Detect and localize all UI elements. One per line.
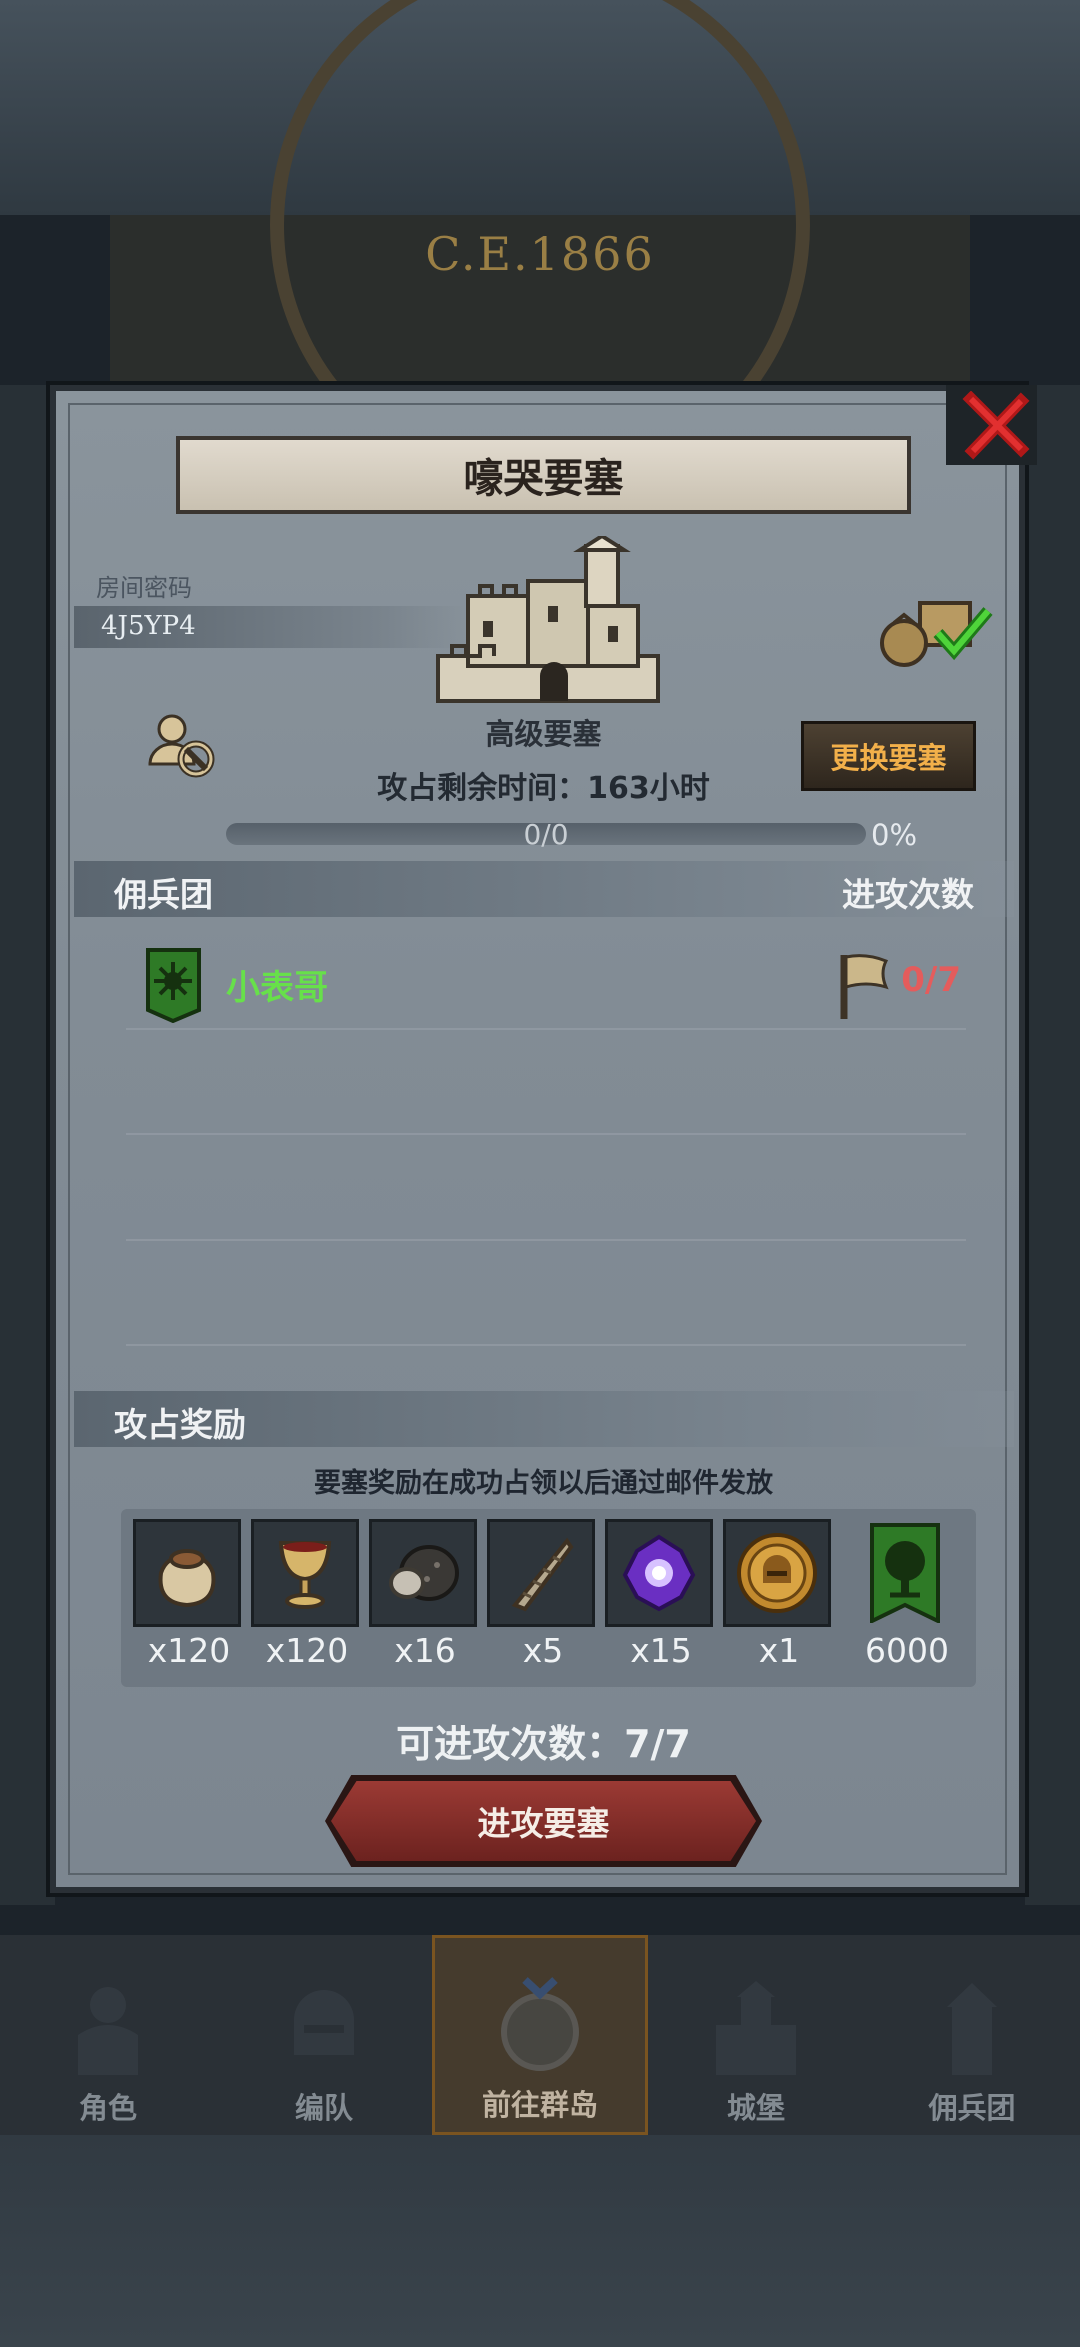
attack-fortress-button[interactable]: 进攻要塞 [331, 1781, 756, 1861]
mercenary-header: 佣兵团 [114, 875, 213, 914]
rewards-header: 攻占奖励 [114, 1405, 246, 1444]
knight-icon [78, 1987, 138, 2075]
attack-count: 0/7 [901, 960, 961, 1000]
guild-emblem-icon [146, 948, 201, 1023]
reward-item[interactable]: x16 [369, 1519, 481, 1670]
nav-label: 城堡 [726, 2091, 785, 2125]
pouch-icon [158, 1549, 216, 1608]
progress-text: 0/0 [523, 818, 569, 851]
row-divider [126, 1028, 966, 1030]
nav-label: 编队 [294, 2091, 353, 2125]
left-side-background [0, 385, 55, 1905]
row-divider [126, 1133, 966, 1135]
nav-castle[interactable]: 城堡 [648, 1935, 864, 2135]
reward-bag-check-icon[interactable] [876, 591, 996, 671]
reward-qty: x120 [147, 1631, 231, 1670]
reward-qty: x15 [630, 1631, 692, 1670]
chalice-icon [278, 1541, 332, 1609]
rewards-section-header: 攻占奖励 [74, 1391, 1014, 1447]
reward-item[interactable]: x120 [133, 1519, 245, 1670]
reward-qty: x1 [758, 1631, 800, 1670]
helmet-icon [294, 1990, 354, 2055]
close-icon [962, 391, 1030, 460]
purple-gem-icon [622, 1534, 696, 1612]
right-side-background [1025, 385, 1080, 1905]
room-password-label: 房间密码 [96, 574, 192, 602]
reward-item[interactable]: x15 [605, 1519, 717, 1670]
bottom-nav: 角色 编队 前往群岛 城堡 佣兵团 [0, 1935, 1080, 2135]
ore-icon [389, 1545, 459, 1601]
reward-item[interactable]: x120 [251, 1519, 363, 1670]
background-dial: C.E.1866 [110, 0, 970, 495]
castle-icon [436, 536, 660, 703]
mercenary-section-header: 佣兵团 进攻次数 [74, 861, 1014, 917]
nav-mercenary[interactable]: 佣兵团 [864, 1935, 1080, 2135]
reward-qty: x16 [394, 1631, 456, 1670]
compass-icon [501, 1977, 579, 2071]
horn-icon [511, 1537, 574, 1612]
nav-label: 前往群岛 [481, 2088, 598, 2122]
available-attacks: 可进攻次数：7/7 [396, 1722, 691, 1766]
reward-item[interactable]: x5 [487, 1519, 599, 1670]
fortress-modal: 嚎哭要塞 房间密码 4J5YP4 高级要塞 更换要塞 攻占剩余时间：163小时 … [50, 385, 1037, 1893]
row-divider [126, 1344, 966, 1346]
row-divider [126, 1239, 966, 1241]
close-button[interactable] [961, 391, 1031, 461]
helmet-coin-icon [737, 1533, 817, 1613]
reward-qty: x5 [522, 1631, 564, 1670]
flag-icon [840, 954, 889, 1019]
reward-note: 要塞奖励在成功占领以后通过邮件发放 [314, 1468, 773, 1499]
tree-banner-icon [870, 1523, 940, 1623]
nav-label: 角色 [78, 2091, 137, 2125]
progress-percent: 0% [871, 818, 918, 852]
reward-item[interactable]: x1 [723, 1519, 835, 1670]
tower-icon [947, 1983, 997, 2075]
mercenary-name: 小表哥 [226, 968, 328, 1008]
castle-nav-icon [716, 1981, 796, 2075]
reward-qty: x120 [265, 1631, 349, 1670]
remaining-time: 攻占剩余时间：163小时 [377, 771, 710, 806]
nav-label: 佣兵团 [928, 2091, 1016, 2125]
attack-count-header: 进攻次数 [842, 875, 974, 914]
room-code[interactable]: 4J5YP4 [101, 611, 196, 641]
dial-year: C.E.1866 [425, 227, 655, 281]
bottom-background [0, 2135, 1080, 2347]
nav-islands[interactable]: 前往群岛 [432, 1935, 648, 2135]
nav-character[interactable]: 角色 [0, 1935, 216, 2135]
reward-qty: 6000 [865, 1631, 949, 1670]
modal-title: 嚎哭要塞 [176, 436, 911, 514]
reward-panel: x120 x120 x16 x5 x15 x1 6000 [121, 1509, 976, 1687]
reward-item[interactable]: 6000 [851, 1519, 963, 1670]
nav-formation[interactable]: 编队 [216, 1935, 432, 2135]
